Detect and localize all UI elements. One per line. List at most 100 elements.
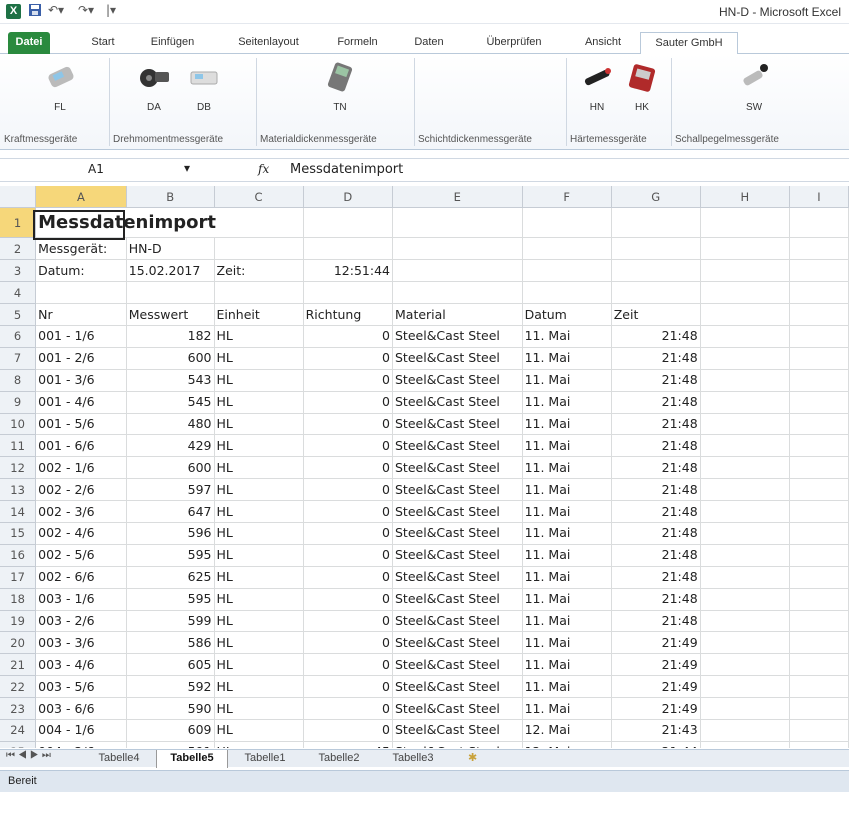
row-header[interactable]: 23	[0, 697, 37, 720]
cell[interactable]: Steel&Cast Steel	[392, 434, 523, 458]
column-header[interactable]: G	[611, 186, 701, 209]
save-icon[interactable]	[28, 3, 42, 20]
cell[interactable]: Steel&Cast Steel	[392, 369, 523, 392]
cell[interactable]	[700, 347, 791, 370]
cell[interactable]	[789, 675, 849, 699]
column-title-datum[interactable]: Datum	[522, 303, 612, 326]
cell[interactable]	[700, 610, 791, 633]
row-header[interactable]: 19	[0, 610, 37, 633]
cell[interactable]: 002 - 2/6	[35, 478, 127, 502]
cell[interactable]: 625	[126, 566, 215, 589]
cell[interactable]: Steel&Cast Steel	[392, 588, 523, 611]
cell[interactable]	[789, 347, 849, 370]
cell[interactable]	[789, 478, 849, 502]
column-header[interactable]: C	[214, 186, 304, 209]
row-header[interactable]: 10	[0, 413, 37, 436]
cell[interactable]	[700, 434, 791, 458]
cell[interactable]: 003 - 3/6	[35, 631, 127, 655]
cell[interactable]: HL	[214, 653, 304, 677]
cell[interactable]: HL	[214, 347, 304, 370]
cell[interactable]: 0	[303, 653, 394, 677]
tab-formeln[interactable]: Formeln	[330, 32, 385, 54]
row-header[interactable]: 15	[0, 522, 37, 545]
ribbon-button-hk[interactable]: HK	[622, 62, 662, 113]
column-title-zeit[interactable]: Zeit	[611, 303, 701, 326]
cell[interactable]: 0	[303, 719, 394, 742]
cell[interactable]: 002 - 4/6	[35, 522, 127, 545]
cell[interactable]: 12. Mai	[522, 741, 612, 748]
chevron-down-icon[interactable]: ▾	[184, 161, 190, 175]
row-header[interactable]: 3	[0, 259, 37, 283]
tab-ansicht[interactable]: Ansicht	[573, 32, 633, 54]
cell[interactable]	[700, 566, 791, 589]
cell[interactable]	[700, 391, 791, 414]
cell[interactable]: 545	[126, 391, 215, 414]
cell[interactable]: 21:48	[611, 347, 701, 370]
cell[interactable]: Steel&Cast Steel	[392, 719, 523, 742]
cell[interactable]: 11. Mai	[522, 347, 612, 370]
cell[interactable]: 11. Mai	[522, 653, 612, 677]
cell[interactable]: HL	[214, 478, 304, 502]
column-title-richtung[interactable]: Richtung	[303, 303, 394, 326]
cell[interactable]: 21:49	[611, 653, 701, 677]
cell[interactable]	[789, 391, 849, 414]
cell[interactable]: 001 - 4/6	[35, 391, 127, 414]
row-header[interactable]: 16	[0, 544, 37, 567]
cell[interactable]: Steel&Cast Steel	[392, 522, 523, 545]
row-header[interactable]: 8	[0, 369, 37, 392]
cell[interactable]	[700, 675, 791, 699]
sheet-tab-active[interactable]: Tabelle5	[156, 750, 228, 768]
cell[interactable]: 543	[126, 369, 215, 392]
cell[interactable]: Steel&Cast Steel	[392, 675, 523, 699]
cell[interactable]: Zeit:	[214, 259, 304, 283]
cell[interactable]: 0	[303, 675, 394, 699]
row-header[interactable]: 13	[0, 478, 37, 502]
cell[interactable]	[700, 281, 791, 305]
cell[interactable]	[789, 500, 849, 523]
select-all-corner[interactable]	[0, 186, 37, 209]
cell[interactable]: HL	[214, 566, 304, 589]
row-header[interactable]: 24	[0, 719, 37, 742]
cell[interactable]: 0	[303, 347, 394, 370]
insert-sheet-icon[interactable]: ✱	[468, 751, 477, 764]
cell[interactable]: Steel&Cast Steel	[392, 566, 523, 589]
cell[interactable]	[700, 741, 791, 748]
cell[interactable]: 45	[303, 741, 394, 748]
cell[interactable]: 0	[303, 478, 394, 502]
cell[interactable]	[789, 281, 849, 305]
cell[interactable]: 0	[303, 456, 394, 480]
column-title-messwert[interactable]: Messwert	[126, 303, 215, 326]
row-header[interactable]: 2	[0, 237, 37, 261]
cell[interactable]: Datum:	[35, 259, 127, 283]
tab-ueberpruefen[interactable]: Überprüfen	[474, 32, 554, 54]
cell[interactable]: 600	[126, 456, 215, 480]
cell[interactable]	[789, 697, 849, 720]
cell[interactable]	[700, 478, 791, 502]
cell[interactable]	[789, 631, 849, 655]
cell[interactable]	[700, 544, 791, 567]
cell[interactable]: 21:48	[611, 588, 701, 611]
row-header[interactable]: 6	[0, 325, 37, 348]
sheet-tab[interactable]: Tabelle1	[232, 750, 298, 768]
cell[interactable]: 21:43	[611, 719, 701, 742]
undo-icon[interactable]: ↶▾	[48, 3, 64, 17]
cell[interactable]	[700, 325, 791, 348]
cell[interactable]: HL	[214, 610, 304, 633]
cell[interactable]: 003 - 4/6	[35, 653, 127, 677]
cell[interactable]: 003 - 5/6	[35, 675, 127, 699]
cell[interactable]	[522, 237, 612, 261]
cell[interactable]	[700, 653, 791, 677]
row-header[interactable]: 4	[0, 281, 37, 305]
row-header[interactable]: 5	[0, 303, 37, 326]
cell[interactable]: HN-D	[126, 237, 215, 261]
row-header[interactable]: 9	[0, 391, 37, 414]
cell[interactable]	[789, 522, 849, 545]
cell[interactable]	[700, 303, 791, 326]
cell[interactable]	[611, 259, 701, 283]
cell[interactable]: 21:48	[611, 478, 701, 502]
ribbon-button-db[interactable]: DB	[184, 62, 224, 113]
column-title-nr[interactable]: Nr	[35, 303, 127, 326]
cell[interactable]: 11. Mai	[522, 631, 612, 655]
cell[interactable]: 002 - 1/6	[35, 456, 127, 480]
cell[interactable]: 001 - 2/6	[35, 347, 127, 370]
